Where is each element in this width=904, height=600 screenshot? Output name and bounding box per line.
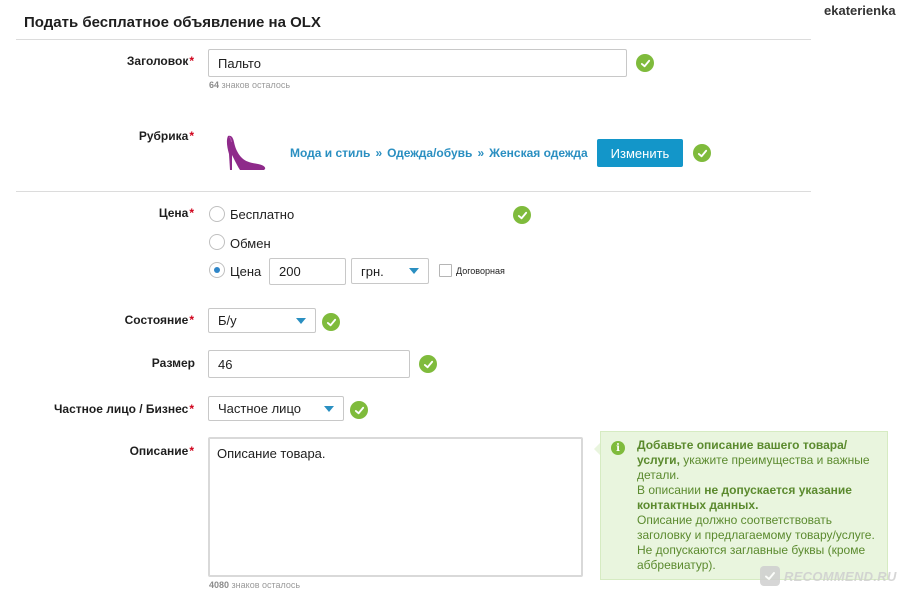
chevron-down-icon bbox=[409, 268, 419, 274]
page-title: Подать бесплатное объявление на OLX bbox=[24, 14, 321, 31]
breadcrumb-separator: » bbox=[477, 146, 485, 160]
price-free-label[interactable]: Бесплатно bbox=[230, 207, 294, 222]
breadcrumb-item-clothing-shoes[interactable]: Одежда/обувь bbox=[387, 146, 472, 160]
price-amount-input[interactable]: 200 bbox=[269, 258, 346, 285]
description-label: Описание* bbox=[129, 444, 194, 458]
price-exchange-label[interactable]: Обмен bbox=[230, 236, 271, 251]
high-heel-shoe-icon bbox=[222, 133, 268, 173]
username-watermark: ekaterienka bbox=[824, 3, 896, 18]
title-char-counter: 64 знаков осталось bbox=[209, 80, 291, 90]
condition-valid-check-icon bbox=[322, 313, 340, 331]
price-exchange-radio[interactable] bbox=[209, 234, 225, 250]
price-amount-radio[interactable] bbox=[209, 262, 225, 278]
hint-line-1: Добавьте описание вашего товара/услуги, … bbox=[637, 438, 870, 482]
section-divider bbox=[16, 191, 811, 192]
size-input[interactable]: 46 bbox=[208, 350, 410, 378]
hint-line-2: В описании не допускается указание конта… bbox=[637, 483, 852, 512]
seller-type-select[interactable]: Частное лицо bbox=[208, 396, 344, 421]
change-category-button[interactable]: Изменить bbox=[597, 139, 683, 167]
negotiable-checkbox[interactable] bbox=[439, 264, 452, 277]
chevron-down-icon bbox=[296, 317, 306, 324]
description-char-counter: 4080 знаков осталось bbox=[209, 580, 301, 590]
currency-select[interactable]: грн. bbox=[351, 258, 429, 284]
chevron-down-icon bbox=[324, 405, 334, 412]
description-hint-box: i Добавьте описание вашего товара/услуги… bbox=[600, 431, 888, 580]
info-icon: i bbox=[611, 441, 625, 455]
title-label: Заголовок* bbox=[126, 54, 194, 68]
size-label: Размер bbox=[151, 356, 195, 370]
breadcrumb-item-fashion[interactable]: Мода и стиль bbox=[290, 146, 370, 160]
hint-line-3: Описание должно соответствовать заголовк… bbox=[637, 513, 875, 542]
condition-select[interactable]: Б/у bbox=[208, 308, 316, 333]
price-label: Цена* bbox=[158, 206, 194, 220]
seller-type-label: Частное лицо / Бизнес* bbox=[53, 402, 194, 416]
breadcrumb-separator: » bbox=[375, 146, 383, 160]
title-input[interactable]: Пальто bbox=[208, 49, 627, 77]
size-valid-check-icon bbox=[419, 355, 437, 373]
title-valid-check-icon bbox=[636, 54, 654, 72]
recommend-logo-icon bbox=[760, 566, 780, 586]
condition-label: Состояние* bbox=[124, 313, 194, 327]
recommend-logo-text: RECOMMEND.RU bbox=[784, 568, 897, 584]
price-free-radio[interactable] bbox=[209, 206, 225, 222]
breadcrumb-item-womens-clothing[interactable]: Женская одежда bbox=[489, 146, 588, 160]
header-divider bbox=[16, 39, 811, 40]
category-label: Рубрика* bbox=[138, 129, 194, 143]
negotiable-label[interactable]: Договорная bbox=[456, 266, 505, 276]
price-amount-label[interactable]: Цена bbox=[230, 264, 261, 279]
seller-type-valid-check-icon bbox=[350, 401, 368, 419]
recommend-watermark: RECOMMEND.RU bbox=[760, 566, 897, 586]
category-breadcrumb: Мода и стиль » Одежда/обувь » Женская од… bbox=[290, 146, 588, 160]
category-valid-check-icon bbox=[693, 144, 711, 162]
description-textarea[interactable]: Описание товара. bbox=[208, 437, 583, 577]
price-valid-check-icon bbox=[513, 206, 531, 224]
